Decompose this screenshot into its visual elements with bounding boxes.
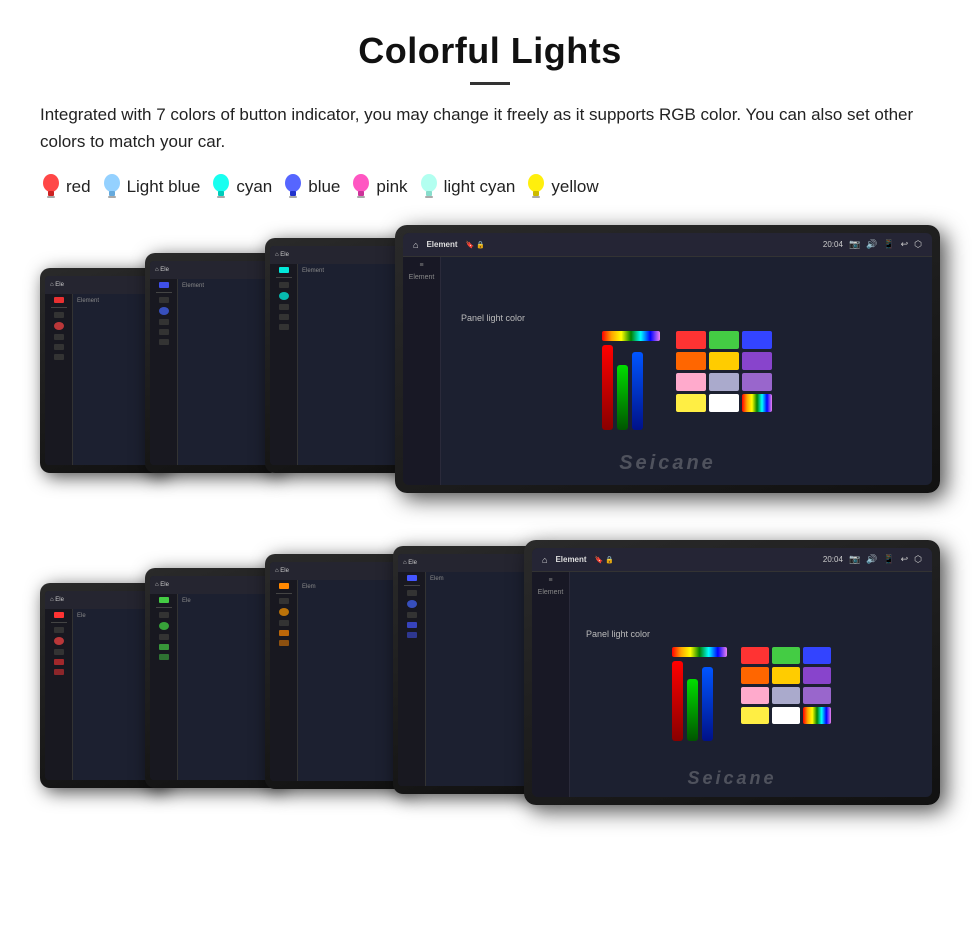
color-item-lightblue: Light blue — [101, 173, 201, 201]
color-label-yellow: yellow — [551, 177, 598, 197]
device-8: ⌂ Ele Elem — [393, 546, 541, 794]
color-item-blue: blue — [282, 173, 340, 201]
color-label-red: red — [66, 177, 91, 197]
color-label-lightcyan: light cyan — [444, 177, 516, 197]
color-item-yellow: yellow — [525, 173, 598, 201]
page-container: Colorful Lights Integrated with 7 colors… — [0, 0, 980, 868]
panel-light-title: Panel light color — [461, 313, 525, 323]
color-label-blue: blue — [308, 177, 340, 197]
color-item-cyan: cyan — [210, 173, 272, 201]
color-label-lightblue: Light blue — [127, 177, 201, 197]
blue-bulb-icon — [282, 173, 304, 201]
yellow-bulb-icon — [525, 173, 547, 201]
pink-bulb-icon — [350, 173, 372, 201]
title-section: Colorful Lights — [40, 30, 940, 85]
device-4-main: ⌂ Element 🔖 🔒 20:04 📷 🔊 📱 ↩ ⬡ — [395, 225, 940, 493]
device-3: ⌂ Ele Element — [265, 238, 410, 473]
description-text: Integrated with 7 colors of button indic… — [40, 101, 940, 155]
color-item-pink: pink — [350, 173, 407, 201]
color-label-cyan: cyan — [236, 177, 272, 197]
lightblue-bulb-icon — [101, 173, 123, 201]
color-item-red: red — [40, 173, 91, 201]
devices-row-1: ⌂ Ele Element — [40, 223, 940, 508]
color-label-pink: pink — [376, 177, 407, 197]
red-bulb-icon — [40, 173, 62, 201]
lightcyan-bulb-icon — [418, 173, 440, 201]
title-divider — [470, 82, 510, 85]
device-7: ⌂ Ele Elem — [265, 554, 410, 789]
color-item-lightcyan: light cyan — [418, 173, 516, 201]
page-title: Colorful Lights — [40, 30, 940, 72]
device-9-main: ⌂ Element 🔖 🔒 20:04 📷 🔊 📱 ↩ ⬡ — [524, 540, 940, 805]
cyan-bulb-icon — [210, 173, 232, 201]
color-row: red Light blue cyan — [40, 173, 940, 201]
devices-row-2: ⌂ Ele Ele — [40, 538, 940, 828]
device-6: ⌂ Ele Ele — [145, 568, 280, 788]
device-2: ⌂ Ele Element — [145, 253, 280, 473]
